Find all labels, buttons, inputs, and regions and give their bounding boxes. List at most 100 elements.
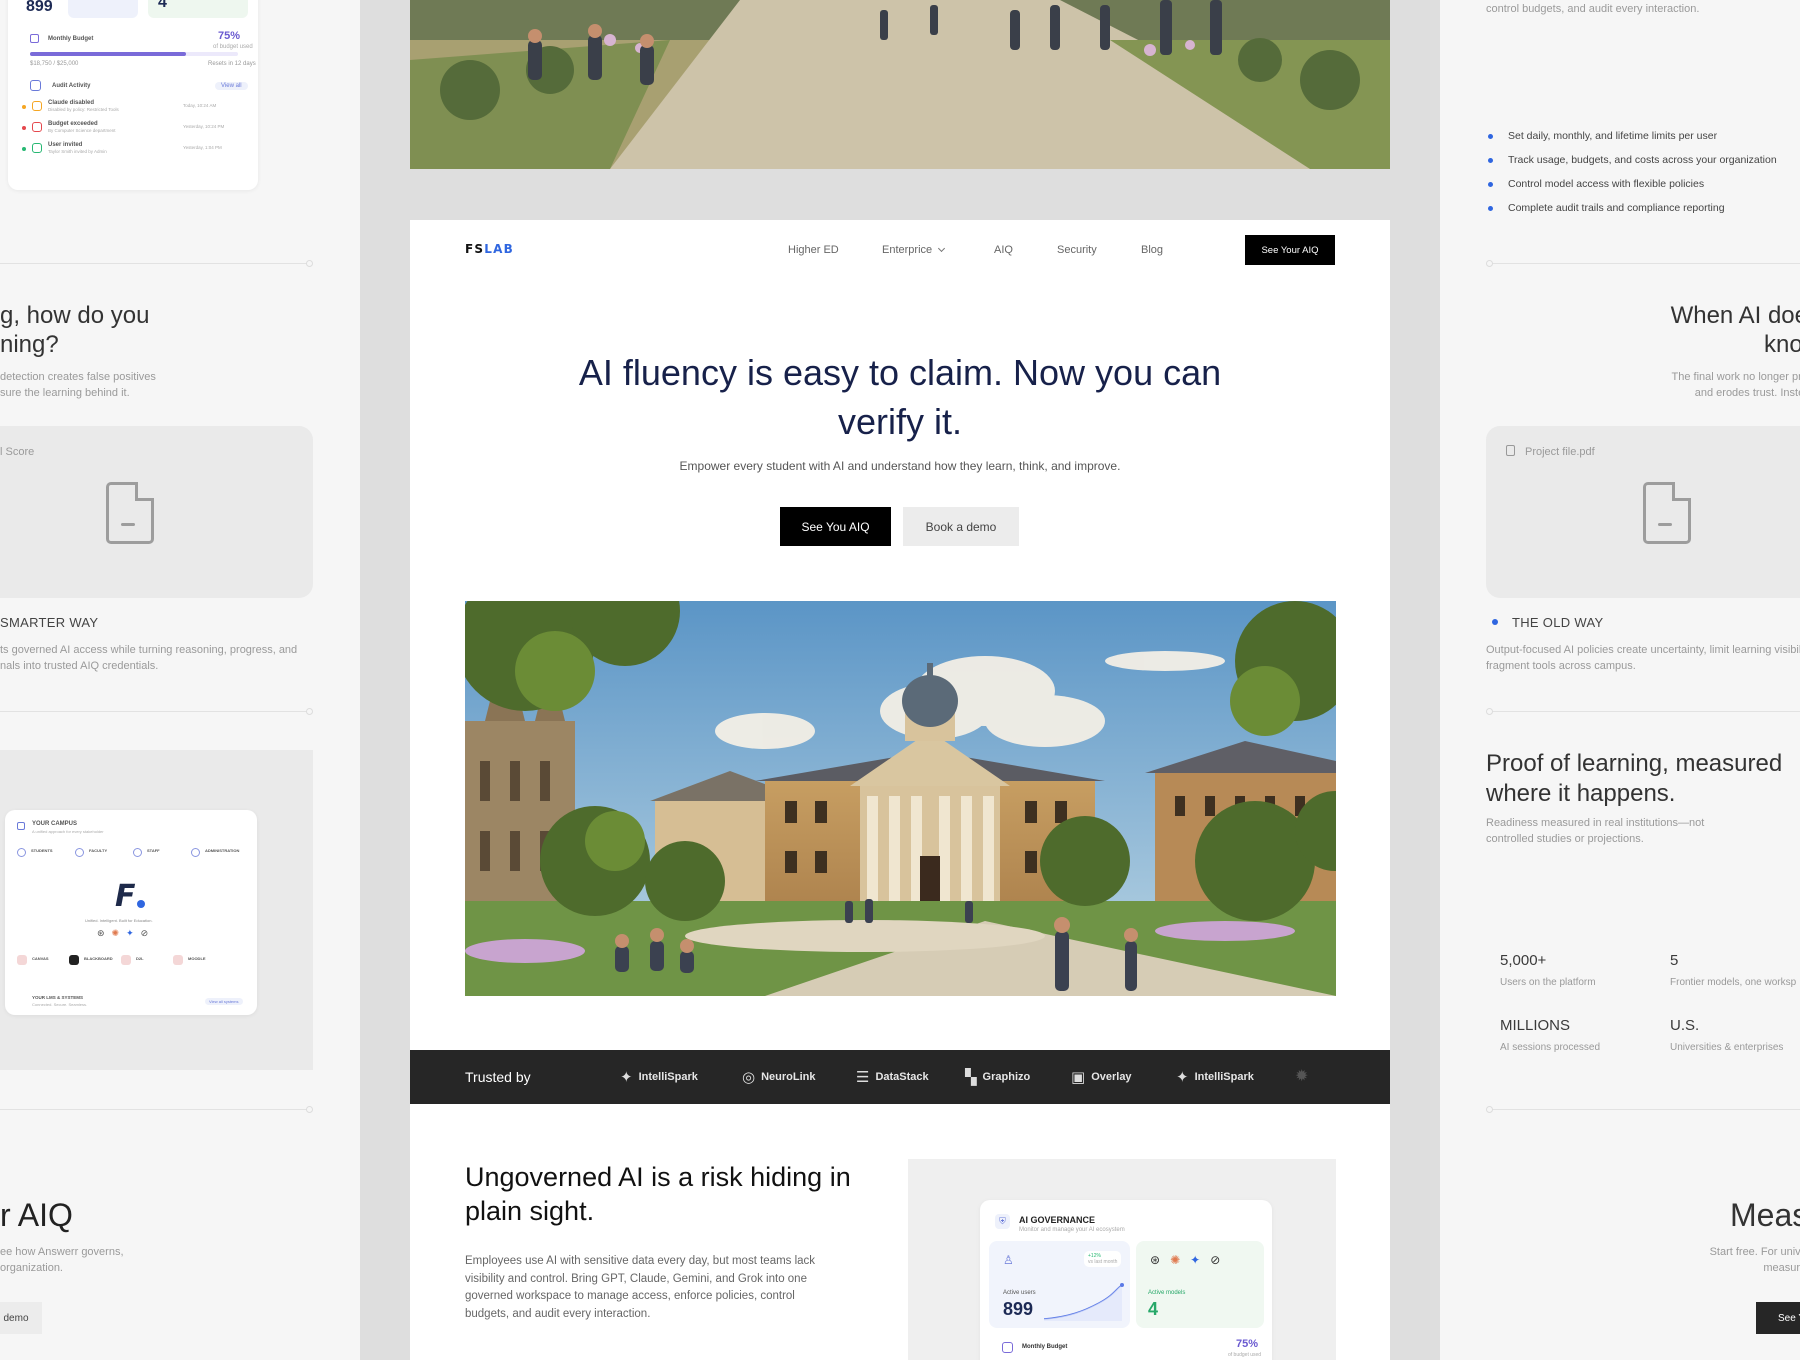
feature-bullet: Track usage, budgets, and costs across y… bbox=[1486, 154, 1777, 166]
project-file-label: Project file.pdf bbox=[1525, 446, 1595, 458]
right-divider-2 bbox=[1490, 711, 1800, 712]
nav-higher-ed[interactable]: Higher ED bbox=[788, 244, 839, 256]
nav-blog[interactable]: Blog bbox=[1141, 244, 1163, 256]
claude-icon: ✺ bbox=[111, 928, 127, 938]
nav-aiq[interactable]: AIQ bbox=[994, 244, 1013, 256]
openai-icon: ⊛ bbox=[1150, 1253, 1171, 1267]
logo-part-fs: FS bbox=[465, 242, 485, 256]
role-icon bbox=[133, 848, 142, 857]
audit-item-title: Claude disabled bbox=[48, 100, 95, 106]
campus-subtitle: A unified approach for every stakeholder bbox=[32, 829, 104, 834]
book-demo-button[interactable]: Book a demo bbox=[903, 507, 1019, 546]
left-score-label: l Score bbox=[0, 446, 35, 458]
right-bottom-text: Start free. For universitie measures, an bbox=[1709, 1246, 1800, 1274]
feature-bullet: Complete audit trails and compliance rep… bbox=[1486, 202, 1777, 214]
gemini-icon: ✦ bbox=[126, 928, 141, 938]
nav-security[interactable]: Security bbox=[1057, 244, 1097, 256]
top-navigation: FSLAB Higher ED Enterprice AIQ Security … bbox=[410, 220, 1390, 282]
claude-icon: ✺ bbox=[1170, 1253, 1191, 1267]
right-divider-1 bbox=[1490, 263, 1800, 264]
governance-card: ⛨ AI GOVERNANCE Monitor and manage your … bbox=[980, 1200, 1272, 1360]
fslab-logo[interactable]: FSLAB bbox=[465, 242, 514, 256]
campus-footer-sub: Connected. Secure. Seamless. bbox=[32, 1002, 88, 1007]
campus-role: STAFF bbox=[147, 848, 160, 853]
file-icon bbox=[1506, 445, 1515, 456]
see-your-aiq-button[interactable]: See You AIQ bbox=[780, 507, 891, 546]
governance-section-body: Employees use AI with sensitive data eve… bbox=[465, 1255, 816, 1320]
left-divider-3 bbox=[0, 1109, 310, 1110]
trusted-logo-name: Overlay bbox=[1091, 1071, 1132, 1083]
spark-icon: ✦ bbox=[620, 1069, 633, 1086]
audit-item-sub: Disabled by policy: Restricted Tools bbox=[48, 107, 119, 112]
right-divider-2-dot bbox=[1486, 708, 1493, 715]
feature-bullet: Set daily, monthly, and lifetime limits … bbox=[1486, 130, 1777, 142]
mini-budget-amount: $18,750 / $25,000 bbox=[30, 61, 79, 67]
old-way-dot bbox=[1492, 619, 1498, 625]
campus-photo-top bbox=[410, 0, 1390, 169]
campus-role: FACULTY bbox=[89, 848, 108, 853]
overflow-logo-icon: ✹ bbox=[1295, 1068, 1309, 1085]
budget-icon bbox=[30, 34, 39, 43]
stat-label: Universities & enterprises bbox=[1670, 1042, 1784, 1053]
audit-item-time: Yesterday, 1:04 PM bbox=[183, 145, 222, 150]
right-preview-panel: control budgets, and audit every interac… bbox=[1440, 0, 1800, 1360]
mini-dashboard-card: 899 4 Monthly Budget 75% of budget used … bbox=[8, 0, 258, 190]
governance-dashboard-panel: ⛨ AI GOVERNANCE Monitor and manage your … bbox=[908, 1159, 1336, 1360]
left-bottom-button[interactable]: demo bbox=[0, 1302, 42, 1334]
openai-icon: ⊛ bbox=[97, 928, 112, 938]
feature-bullet: Control model access with flexible polic… bbox=[1486, 178, 1777, 190]
active-models-tile: ⊛✺✦⊘ Active models 4 bbox=[1136, 1241, 1264, 1328]
stat-label: Users on the platform bbox=[1500, 977, 1596, 988]
proof-text: Readiness measured in real institutions—… bbox=[1486, 817, 1705, 845]
left-divider-1 bbox=[0, 263, 310, 264]
trusted-logo-overlay: ▣ Overlay bbox=[1071, 1068, 1132, 1086]
mini-budget-percent: 75% bbox=[218, 30, 241, 42]
left-bottom-text: ee how Answerr governs, organization. bbox=[0, 1246, 124, 1274]
mini-audit-view-all[interactable]: View all bbox=[215, 82, 248, 90]
hero-subtitle: Empower every student with AI and unders… bbox=[679, 459, 1121, 473]
campus-role: STUDENTS bbox=[31, 848, 53, 853]
right-divider-3 bbox=[1490, 1109, 1800, 1110]
stat-value: MILLIONS bbox=[1500, 1017, 1571, 1034]
trusted-logo-neurolink: ◎ NeuroLink bbox=[742, 1068, 816, 1086]
proof-title: Proof of learning, measured where it hap… bbox=[1486, 750, 1783, 807]
left-bottom-heading: r AIQ bbox=[0, 1197, 73, 1233]
campus-role: ADMINISTRATION bbox=[205, 848, 240, 853]
campus-title: YOUR CAMPUS bbox=[32, 821, 78, 827]
university-building-illustration bbox=[465, 601, 1336, 996]
stack-icon: ☰ bbox=[856, 1069, 870, 1086]
campus-diagram-panel: YOUR CAMPUS A unified approach for every… bbox=[0, 750, 313, 1070]
nav-enterprise[interactable]: Enterprice bbox=[882, 244, 946, 256]
grok-icon: ⊘ bbox=[140, 928, 156, 938]
trusted-logo-name: DataStack bbox=[875, 1071, 929, 1083]
integration-icon bbox=[17, 955, 27, 965]
active-models-value: 4 bbox=[1148, 1299, 1159, 1319]
left-small-text: detection creates false positives sure t… bbox=[0, 371, 156, 399]
trusted-logo-intellispark: ✦ IntelliSpark bbox=[1176, 1068, 1254, 1086]
mini-users-tile bbox=[68, 0, 138, 18]
trusted-logo-intellispark: ✦ IntelliSpark bbox=[620, 1068, 698, 1086]
right-small-text: The final work no longer proves and erod… bbox=[1671, 371, 1800, 399]
mini-budget-percent-sub: of budget used bbox=[213, 44, 253, 50]
right-bottom-button[interactable]: See Y bbox=[1756, 1302, 1800, 1334]
trusted-by-label: Trusted by bbox=[465, 1069, 531, 1085]
left-divider-3-dot bbox=[306, 1106, 313, 1113]
stat-label: AI sessions processed bbox=[1500, 1042, 1601, 1053]
integration-icon bbox=[173, 955, 183, 965]
audit-item-icon bbox=[32, 143, 42, 153]
trusted-logo-name: IntelliSpark bbox=[1194, 1071, 1254, 1083]
campus-footer-link[interactable]: View all systems bbox=[205, 998, 243, 1005]
active-models-label: Active models bbox=[1148, 1290, 1186, 1296]
swirl-icon: ◎ bbox=[742, 1069, 756, 1086]
active-users-value: 899 bbox=[1003, 1299, 1034, 1319]
audit-item-title: Budget exceeded bbox=[48, 121, 98, 127]
audit-icon bbox=[30, 80, 41, 91]
governance-section-title: Ungoverned AI is a risk hiding in plain … bbox=[465, 1162, 851, 1226]
integration-name: MOODLE bbox=[188, 956, 206, 961]
mini-budget-fill bbox=[30, 52, 186, 56]
integration-icon bbox=[69, 955, 79, 965]
users-trend-sub: vs last month bbox=[1088, 1259, 1118, 1265]
audit-item-sub: Taylor Smith invited by Admin bbox=[48, 149, 107, 154]
see-your-aiq-nav-button[interactable]: See Your AIQ bbox=[1245, 235, 1335, 265]
stat-label: Frontier models, one worksp bbox=[1670, 977, 1797, 988]
